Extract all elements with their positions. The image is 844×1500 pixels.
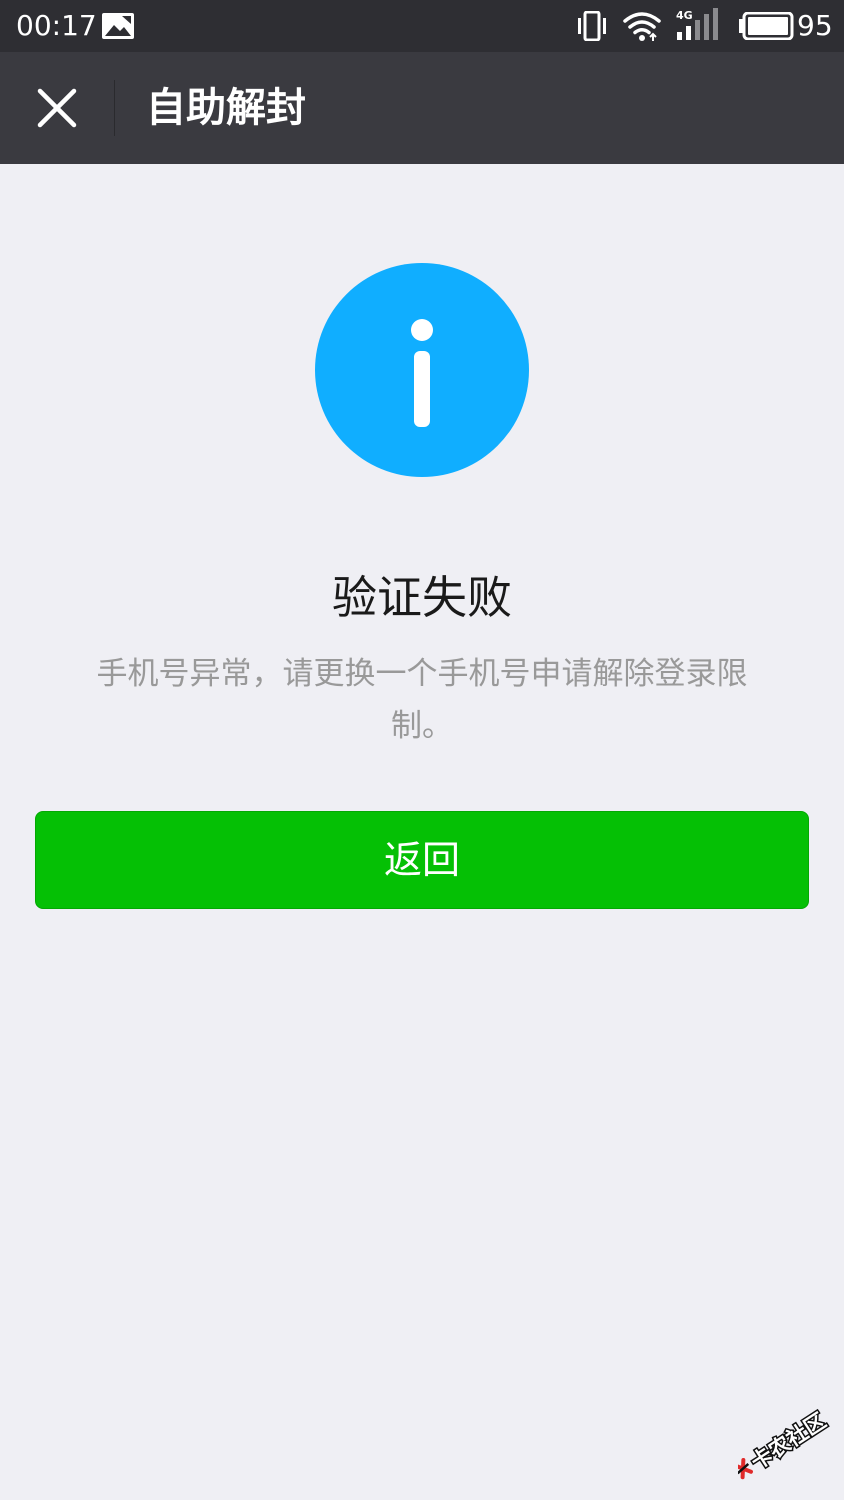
info-icon	[315, 263, 529, 477]
nav-bar: 自助解封	[0, 52, 844, 164]
close-button[interactable]	[18, 69, 96, 147]
vibrate-icon	[578, 11, 606, 41]
close-icon	[37, 88, 77, 128]
cellular-signal-icon: 4G	[676, 8, 718, 40]
result-title: 验证失败	[331, 571, 512, 624]
result-description: 手机号异常，请更换一个手机号申请解除登录限制。	[96, 656, 748, 744]
status-time: 00:17	[16, 9, 97, 42]
svg-text:卡农社区: 卡农社区	[747, 1409, 831, 1475]
unblock-result-screen: 00:17 4G 95 自助解封 验证失败 手机号异常，请更换一个手机号申请解除…	[0, 0, 844, 1500]
battery-level: 95	[797, 9, 833, 42]
battery-icon	[739, 12, 794, 40]
nav-divider	[114, 80, 115, 136]
svg-text:4G: 4G	[676, 9, 693, 22]
watermark: 卡农社区	[732, 1400, 844, 1490]
image-notification-icon	[102, 13, 134, 39]
wifi-icon	[623, 12, 661, 41]
page-title: 自助解封	[146, 85, 306, 131]
watermark-logo-icon: 卡农社区	[732, 1407, 832, 1480]
back-button[interactable]: 返回	[35, 811, 809, 909]
status-bar: 00:17 4G 95	[0, 0, 844, 52]
